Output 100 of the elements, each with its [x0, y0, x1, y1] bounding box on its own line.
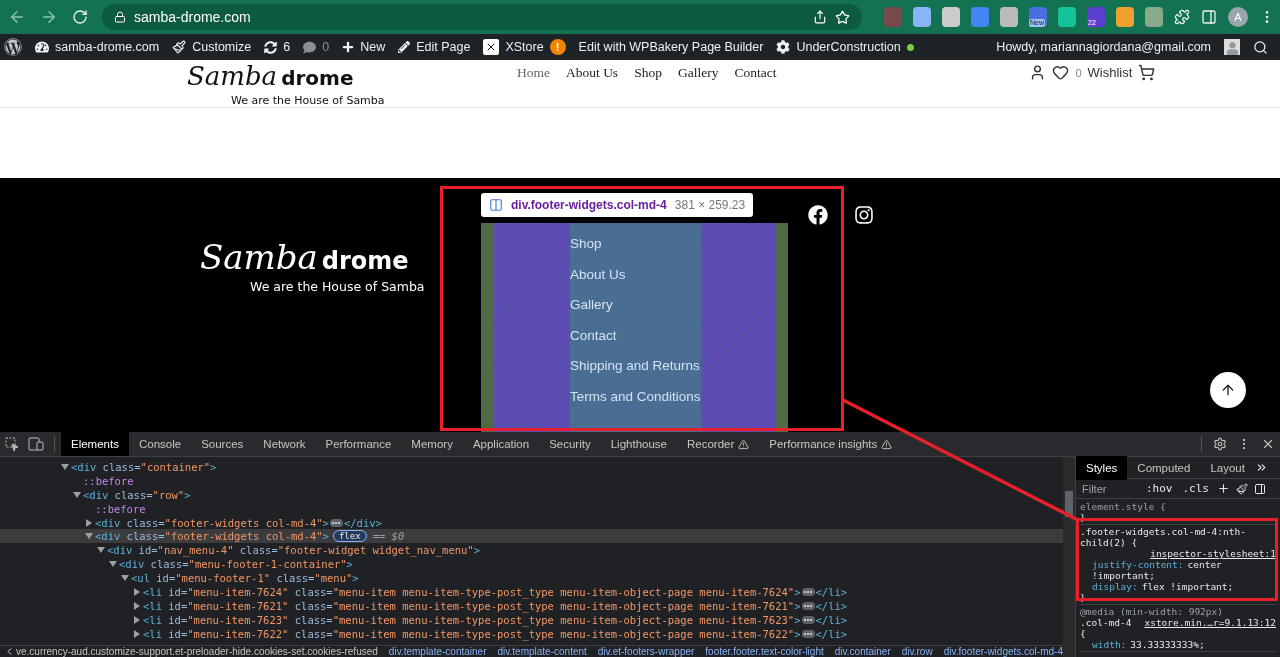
dom-node-row[interactable]: ::before [0, 473, 1063, 488]
nav-link[interactable]: Shop [634, 65, 662, 81]
devtools-tab[interactable]: Performance insights [759, 432, 903, 456]
share-icon[interactable] [813, 10, 827, 24]
breadcrumb-item[interactable]: div.row [901, 646, 933, 657]
devtools-tab[interactable]: Network [253, 432, 316, 456]
footer-link[interactable]: Shipping and Returns [570, 351, 700, 382]
user-greeting[interactable]: Howdy, mariannagiordana@gmail.com [996, 40, 1211, 54]
footer-link[interactable]: Gallery [570, 290, 613, 321]
dom-node-row[interactable]: <li id="menu-item-7624" class="menu-item menu-item-type-post_type menu-item-object-page menu-item-7624"> </li> [0, 585, 1063, 599]
nav-link[interactable]: Contact [734, 65, 777, 81]
admin-bar-item[interactable]: Edit Page [398, 40, 471, 54]
style-toggle[interactable]: :hov [1144, 482, 1175, 495]
footer-link[interactable]: About Us [570, 259, 626, 290]
nav-link[interactable]: Home [517, 65, 550, 81]
devtools-tab[interactable]: Recorder [677, 432, 760, 456]
expand-triangle-icon[interactable] [72, 490, 81, 500]
expand-triangle-icon[interactable] [132, 615, 141, 625]
admin-bar-item[interactable]: XStore ! [483, 39, 566, 55]
devtools-tab[interactable]: Sources [191, 432, 254, 456]
devtools-tab[interactable]: Console [128, 432, 192, 456]
dom-node-row[interactable]: <li id="menu-item-7621" class="menu-item menu-item-type-post_type menu-item-object-page menu-item-7621"> </li> [0, 598, 1063, 613]
nav-link[interactable]: Gallery [677, 65, 719, 81]
ellipsis-icon[interactable] [801, 587, 815, 596]
devtools-tab[interactable]: Elements [61, 432, 129, 456]
footer-link[interactable]: Contact [570, 320, 617, 351]
expand-triangle-icon[interactable] [60, 462, 69, 472]
dom-node-row[interactable]: <li id="menu-item-7623" class="menu-item menu-item-type-post_type menu-item-object-page menu-item-7623"> </li> [0, 612, 1063, 627]
expand-triangle-icon[interactable] [108, 559, 117, 569]
css-declaration[interactable]: justify-content: center !important; [1080, 559, 1276, 581]
ellipsis-icon[interactable] [801, 615, 815, 624]
breadcrumb-item[interactable]: div.footer-widgets.col-md-4 [943, 646, 1063, 657]
footer-link[interactable]: Shop [570, 229, 602, 260]
forward-icon[interactable] [40, 8, 58, 26]
extensions-icon[interactable] [1174, 9, 1190, 25]
instagram-icon[interactable] [854, 205, 874, 225]
ellipsis-icon[interactable] [801, 601, 815, 610]
side-panel-icon[interactable] [1201, 9, 1217, 25]
expand-triangle-icon[interactable] [120, 573, 129, 583]
styles-tab[interactable]: Styles [1076, 455, 1128, 480]
back-to-top-button[interactable] [1210, 372, 1246, 408]
css-declaration[interactable]: width: 33.33333333%; [1080, 639, 1276, 650]
heart-icon[interactable] [1052, 64, 1070, 81]
wishlist-link[interactable]: Wishlist [1087, 65, 1133, 80]
devtools-tab[interactable]: Lighthouse [600, 432, 677, 456]
breadcrumb-item[interactable]: div.et-footers-wrapper [597, 646, 695, 657]
sidebar-icon[interactable] [1254, 482, 1266, 495]
footer-link[interactable]: Terms and Conditions [570, 381, 701, 412]
breadcrumb-item[interactable]: div.container [834, 646, 891, 657]
wordpress-icon[interactable] [4, 38, 22, 56]
dom-node-row[interactable]: <div class="menu-footer-1-container"> [0, 557, 1063, 572]
expand-triangle-icon[interactable] [96, 545, 105, 555]
admin-bar-item[interactable]: samba-drome.com [35, 40, 160, 54]
dom-node-row[interactable]: <div id="nav_menu-4" class="footer-widget widget_nav_menu"> [0, 543, 1063, 558]
dom-node-row[interactable]: <li id="menu-item-7622" class="menu-item menu-item-type-post_type menu-item-object-page menu-item-7622"> </li> [0, 626, 1063, 641]
admin-bar-item[interactable]: 6 [264, 40, 291, 54]
dom-node-row[interactable]: <div class="row"> [0, 487, 1063, 502]
site-logo[interactable]: Samba drome [187, 62, 354, 92]
breadcrumb-item[interactable]: div.template-content [497, 646, 587, 657]
css-declaration[interactable]: display: flex !important; [1080, 581, 1276, 592]
admin-bar-item[interactable]: New [342, 40, 386, 54]
site-logo[interactable]: Samba drome [200, 238, 409, 278]
expand-triangle-icon[interactable] [132, 601, 141, 611]
ellipsis-icon[interactable] [801, 629, 815, 638]
back-icon[interactable] [8, 8, 26, 26]
styles-tab[interactable]: Computed [1127, 455, 1201, 480]
expand-triangle-icon[interactable] [132, 629, 141, 639]
flex-badge[interactable]: flex [332, 530, 367, 543]
brush-icon[interactable] [1236, 482, 1248, 495]
cart-icon[interactable] [1138, 64, 1156, 81]
bookmark-star-icon[interactable] [835, 9, 850, 25]
ellipsis-icon[interactable] [329, 518, 343, 527]
devtools-tab[interactable]: Memory [401, 432, 463, 456]
dom-node-row[interactable]: <ul id="menu-footer-1" class="menu"> [0, 571, 1063, 585]
address-bar[interactable]: samba-drome.com [102, 4, 862, 30]
admin-bar-item[interactable]: Edit with WPBakery Page Builder [578, 40, 764, 54]
dom-node-row[interactable]: ::before [0, 501, 1063, 516]
breadcrumb-item[interactable]: div.template-container [388, 646, 487, 657]
source-link[interactable]: xstore.min.…r=9.1.13:12 [1144, 617, 1276, 628]
admin-bar-item[interactable]: UnderConstruction [776, 40, 914, 54]
expand-triangle-icon[interactable] [132, 587, 141, 597]
scrollbar[interactable] [1063, 457, 1075, 657]
expand-triangle-icon[interactable] [84, 531, 93, 541]
devtools-tab[interactable]: Application [462, 432, 540, 456]
admin-bar-item[interactable]: Customize [172, 40, 252, 54]
breadcrumb-item[interactable]: footer.footer.text-color-light [705, 646, 824, 657]
dom-node-row[interactable]: <div class="container"> [0, 460, 1063, 474]
reload-icon[interactable] [72, 9, 88, 25]
add-rule-icon[interactable] [1217, 482, 1230, 495]
source-link[interactable]: inspector-stylesheet:1 [1150, 548, 1276, 559]
style-toggle[interactable]: .cls [1180, 482, 1211, 495]
devtools-tab[interactable]: Security [539, 432, 601, 456]
devtools-tab[interactable]: Performance [315, 432, 402, 456]
dom-node-row[interactable]: <div class="footer-widgets col-md-4"> </div> [0, 515, 1063, 530]
admin-bar-item[interactable]: 0 [303, 40, 330, 54]
breadcrumb-item[interactable]: ve.currency-aud.customize-support.et-preloader-hide.cookies-set.cookies-refused [16, 646, 378, 657]
facebook-icon[interactable] [808, 205, 828, 225]
styles-tab[interactable]: Layout [1200, 455, 1255, 480]
nav-link[interactable]: About Us [566, 65, 619, 81]
search-icon[interactable] [1253, 39, 1268, 55]
